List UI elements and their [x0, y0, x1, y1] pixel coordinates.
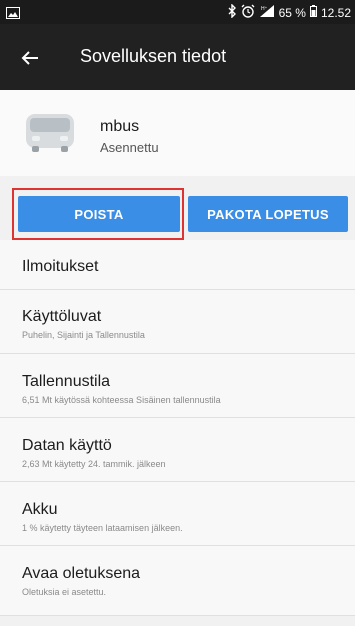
- settings-item-storage[interactable]: Tallennustila 6,51 Mt käytössä kohteessa…: [0, 354, 355, 418]
- alarm-icon: [241, 4, 255, 21]
- settings-item-permissions[interactable]: Käyttöluvat Puhelin, Sijainti ja Tallenn…: [0, 290, 355, 354]
- settings-item-data-usage[interactable]: Datan käyttö 2,63 Mt käytetty 24. tammik…: [0, 418, 355, 482]
- status-icons: H⁺ 65 % 12.52: [227, 3, 351, 21]
- app-install-status: Asennettu: [100, 140, 159, 155]
- settings-item-title: Tallennustila: [22, 373, 111, 390]
- notification-image-icon: [6, 6, 20, 24]
- settings-list: Ilmoitukset Käyttöluvat Puhelin, Sijaint…: [0, 240, 355, 616]
- settings-item-notifications[interactable]: Ilmoitukset: [0, 240, 355, 290]
- settings-item-title: Ilmoitukset: [22, 258, 99, 275]
- back-arrow-icon[interactable]: [18, 46, 42, 70]
- app-bus-icon: [22, 108, 78, 156]
- settings-item-subtitle: Oletuksia ei asetettu.: [22, 587, 107, 597]
- settings-item-title: Avaa oletuksena: [22, 565, 141, 582]
- signal-icon: H⁺: [259, 4, 275, 21]
- settings-item-battery[interactable]: Akku 1 % käytetty täyteen lataamisen jäl…: [0, 482, 355, 546]
- settings-item-title: Datan käyttö: [22, 437, 112, 454]
- force-stop-button[interactable]: PAKOTA LOPETUS: [188, 196, 348, 232]
- clock: 12.52: [320, 5, 351, 20]
- bluetooth-icon: [227, 3, 237, 21]
- svg-text:H⁺: H⁺: [261, 6, 268, 12]
- status-bar: H⁺ 65 % 12.52: [0, 0, 355, 24]
- uninstall-button[interactable]: POISTA: [18, 196, 180, 232]
- settings-item-subtitle: 1 % käytetty täyteen lataamisen jälkeen.: [22, 523, 183, 533]
- settings-item-open-by-default[interactable]: Avaa oletuksena Oletuksia ei asetettu.: [0, 546, 355, 616]
- app-bar: Sovelluksen tiedot: [0, 24, 355, 90]
- page-title: Sovelluksen tiedot: [80, 46, 227, 66]
- app-header: mbus Asennettu: [0, 90, 355, 176]
- settings-item-subtitle: 6,51 Mt käytössä kohteessa Sisäinen tall…: [22, 395, 221, 405]
- battery-icon: [309, 5, 317, 20]
- settings-item-title: Akku: [22, 501, 58, 518]
- settings-item-subtitle: 2,63 Mt käytetty 24. tammik. jälkeen: [22, 459, 166, 469]
- app-name: mbus: [100, 118, 140, 135]
- settings-item-title: Käyttöluvat: [22, 308, 102, 325]
- battery-text: 65 %: [278, 5, 306, 20]
- settings-item-subtitle: Puhelin, Sijainti ja Tallennustila: [22, 330, 145, 340]
